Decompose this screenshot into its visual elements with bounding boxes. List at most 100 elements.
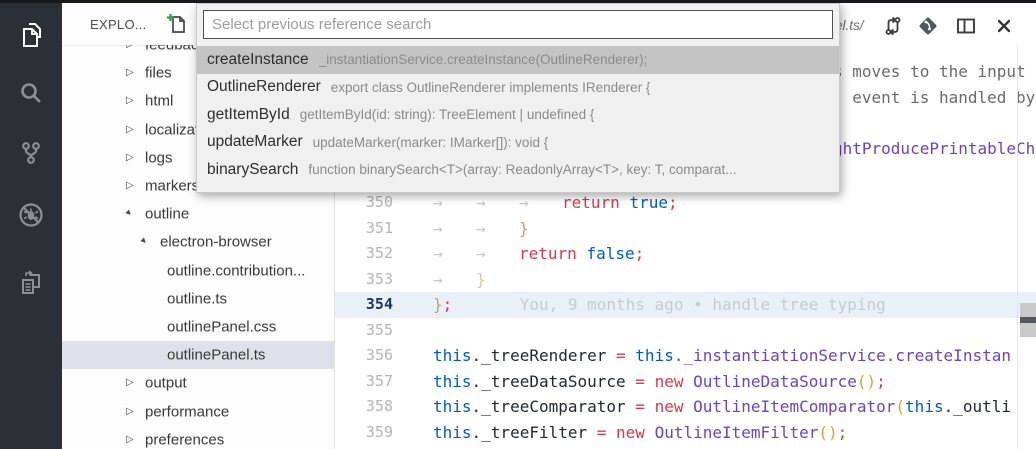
code-line-content: →→→return true; [393, 190, 678, 216]
quick-item-label: updateMarker [207, 133, 303, 151]
code-line-content: this._treeFilter = new OutlineItemFilter… [393, 420, 847, 446]
quick-item-description: _instantiationService.createInstance(Out… [319, 52, 648, 67]
code-fragment: ghtProducePrintableCh [833, 139, 1035, 158]
quick-item-description: getItemById(id: string): TreeElement | u… [300, 107, 595, 122]
tab-whitespace-arrow-icon: → [433, 190, 476, 216]
tab-whitespace-arrow-icon: → [433, 216, 476, 242]
tree-item-electron-browser[interactable]: ▸ electron-browser [62, 228, 334, 256]
code-line-content: this._treeRenderer = this._instantiation… [393, 343, 1011, 369]
code-line-351: 351→→} [335, 216, 1036, 242]
code-line-357: 357this._treeDataSource = new OutlineDat… [335, 369, 1036, 395]
quick-item-description: updateMarker(marker: IMarker[]): void { [313, 135, 549, 150]
tree-item-label: files [145, 65, 172, 82]
code-line-content: →→} [393, 216, 529, 242]
split-editor-icon[interactable] [954, 14, 978, 38]
chevron-collapsed-icon: ▷ [126, 407, 134, 417]
chevron-expanded-icon: ▸ [123, 208, 134, 219]
quick-input-item-binarySearch[interactable]: binarySearch function binarySearch<T>(arr… [197, 156, 839, 184]
code-line-content: →→return false; [393, 241, 644, 267]
tree-item-label: outlinePanel.ts [167, 347, 265, 364]
quick-input-item-createInstance[interactable]: createInstance _instantiationService.crea… [197, 46, 839, 74]
quick-item-description: function binarySearch<T>(array: Readonly… [308, 162, 736, 177]
line-number: 357 [335, 369, 393, 395]
code-line-content: →} [393, 267, 486, 293]
window-top-border [0, 0, 1036, 3]
debug-disabled-icon[interactable] [17, 201, 45, 229]
tree-item-outlinepanel-ts[interactable]: outlinePanel.ts [62, 341, 334, 369]
tree-item-performance[interactable]: ▷ performance [62, 398, 334, 426]
source-control-icon[interactable] [17, 139, 45, 167]
close-editor-icon[interactable] [992, 14, 1016, 38]
tab-whitespace-arrow-icon: → [433, 267, 476, 293]
quick-item-label: OutlineRenderer [207, 78, 321, 96]
line-number: 355 [335, 318, 393, 344]
tree-item-outline-ts[interactable]: outline.ts [62, 285, 334, 313]
quick-input-item-getItemById[interactable]: getItemById getItemById(id: string): Tree… [197, 101, 839, 129]
editor-scrollbar[interactable] [1020, 45, 1036, 449]
tab-whitespace-arrow-icon: → [476, 216, 519, 242]
chevron-collapsed-icon: ▷ [126, 435, 134, 445]
code-line-350: 350→→→return true; [335, 190, 1036, 216]
line-number: 354 [335, 292, 393, 318]
tree-item-label: output [145, 375, 187, 392]
quick-item-label: binarySearch [207, 161, 298, 179]
tree-item-output[interactable]: ▷ output [62, 369, 334, 397]
tab-whitespace-arrow-icon: → [476, 190, 519, 216]
line-number: 359 [335, 420, 393, 446]
tree-item-label: outline.contribution... [167, 263, 305, 280]
code-line-354: 354}; You, 9 months ago • handle tree ty… [335, 292, 1036, 318]
line-number: 356 [335, 343, 393, 369]
code-line-355: 355 [335, 318, 1036, 344]
quick-input-box [197, 4, 839, 44]
quick-item-label: createInstance [207, 51, 309, 69]
overview-ruler-marker [1020, 317, 1036, 323]
quick-input-widget: createInstance _instantiationService.crea… [196, 3, 840, 193]
chevron-collapsed-icon: ▷ [126, 96, 134, 106]
tree-item-label: outlinePanel.css [167, 319, 276, 336]
search-icon[interactable] [17, 79, 45, 107]
tree-item-label: markers [145, 178, 199, 195]
tab-whitespace-arrow-icon: → [519, 190, 562, 216]
tree-item-outline[interactable]: ▸ outline [62, 200, 334, 228]
quick-item-label: getItemById [207, 106, 290, 124]
tree-item-label: performance [145, 404, 229, 421]
quick-input-item-OutlineRenderer[interactable]: OutlineRenderer export class OutlineRende… [197, 74, 839, 102]
sidebar-title: EXPLO... [90, 17, 147, 32]
code-line-359: 359this._treeFilter = new OutlineItemFil… [335, 420, 1036, 446]
chevron-collapsed-icon: ▷ [126, 45, 134, 50]
chevron-collapsed-icon: ▷ [126, 125, 134, 135]
chevron-collapsed-icon: ▷ [126, 68, 134, 78]
tree-item-outline-contribution-[interactable]: outline.contribution... [62, 257, 334, 285]
gitlens-icon[interactable] [916, 14, 940, 38]
tree-item-label: logs [145, 150, 173, 167]
tab-whitespace-arrow-icon: → [433, 241, 476, 267]
quick-input-field[interactable] [203, 10, 833, 39]
quick-item-description: export class OutlineRenderer implements … [331, 80, 651, 95]
tree-item-label: outline [145, 206, 189, 223]
sync-changes-icon[interactable] [881, 14, 905, 38]
tab-whitespace-arrow-icon: → [476, 241, 519, 267]
quick-input-list: createInstance _instantiationService.crea… [197, 44, 839, 192]
line-number: 350 [335, 190, 393, 216]
open-editors-icon[interactable] [17, 269, 45, 297]
code-line-content: }; You, 9 months ago • handle tree typin… [393, 292, 886, 318]
code-area[interactable]: 350→→→return true;351→→}352→→return fals… [335, 190, 1036, 445]
line-number: 358 [335, 394, 393, 420]
explorer-icon[interactable] [17, 21, 45, 49]
code-fragment: ) event is handled by [833, 88, 1035, 107]
tree-item-label: outline.ts [167, 291, 227, 308]
chevron-expanded-icon: ▸ [138, 236, 149, 247]
chevron-collapsed-icon: ▷ [126, 153, 134, 163]
line-number: 352 [335, 241, 393, 267]
code-line-358: 358this._treeComparator = new OutlineIte… [335, 394, 1036, 420]
tree-item-label: electron-browser [160, 234, 272, 251]
chevron-collapsed-icon: ▷ [126, 378, 134, 388]
quick-input-item-updateMarker[interactable]: updateMarker updateMarker(marker: IMarker… [197, 129, 839, 157]
line-number: 351 [335, 216, 393, 242]
code-line-content [393, 318, 433, 344]
tree-item-outlinepanel-css[interactable]: outlinePanel.css [62, 313, 334, 341]
new-file-icon[interactable] [166, 13, 188, 35]
tree-item-preferences[interactable]: ▷preferences [62, 426, 334, 449]
code-fragment: s moves to the input [833, 62, 1026, 81]
code-line-356: 356this._treeRenderer = this._instantiat… [335, 343, 1036, 369]
